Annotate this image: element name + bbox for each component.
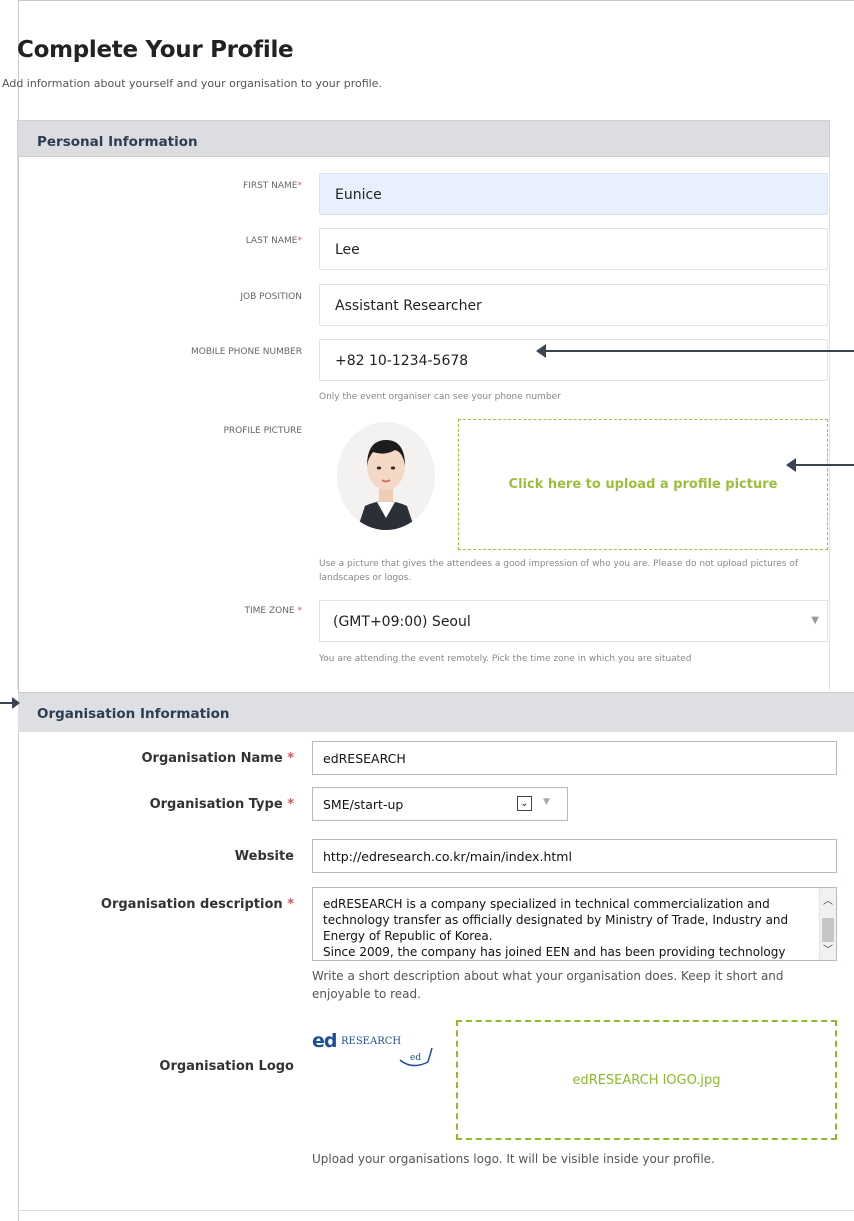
last-name-input[interactable]: Lee [319, 228, 828, 270]
job-position-label: JOB POSITION [240, 292, 302, 302]
logo-mark-icon: ed [399, 1047, 433, 1067]
time-zone-value: (GMT+09:00) Seoul [333, 614, 471, 630]
page-title: Complete Your Profile [17, 37, 294, 63]
required-mark: * [297, 606, 303, 616]
logo-ed-text: ed [312, 1030, 337, 1052]
dropdown-caret-icon: ▼ [543, 797, 550, 807]
org-type-select[interactable]: SME/start-up ⌄ ▼ [312, 787, 568, 821]
website-label: Website [234, 849, 294, 864]
org-name-input[interactable]: edRESEARCH [312, 741, 837, 775]
chevron-down-icon[interactable]: ⌄ [517, 796, 532, 811]
time-zone-label-text: TIME ZONE [244, 606, 295, 616]
annotation-arrow-icon [536, 344, 854, 358]
logo-file-name: edRESEARCH lOGO.jpg [572, 1072, 721, 1088]
scrollbar-thumb[interactable] [822, 918, 834, 942]
profile-avatar [337, 422, 435, 530]
org-name-label: Organisation Name * [141, 751, 294, 766]
org-type-label-text: Organisation Type [149, 797, 283, 812]
time-zone-select[interactable]: (GMT+09:00) Seoul ▼ [319, 600, 828, 642]
mobile-phone-label: MOBILE PHONE NUMBER [191, 347, 302, 357]
required-mark: * [297, 181, 303, 191]
org-description-textarea[interactable]: edRESEARCH is a company specialized in t… [312, 887, 837, 961]
org-type-label: Organisation Type * [150, 797, 294, 812]
job-position-input[interactable]: Assistant Researcher [319, 284, 828, 326]
scroll-down-icon[interactable]: ﹀ [823, 941, 833, 956]
first-name-label-text: FIRST NAME [243, 181, 298, 191]
org-logo-label: Organisation Logo [159, 1059, 294, 1074]
organisation-section-header: Organisation Information [18, 692, 854, 732]
first-name-input[interactable]: Eunice [319, 173, 828, 215]
mobile-phone-input[interactable]: +82 10-1234-5678 [319, 339, 828, 381]
logo-research-text: RESEARCH [341, 1036, 402, 1047]
profile-upload-text: Click here to upload a profile picture [508, 477, 778, 492]
required-mark: * [287, 751, 294, 766]
person-avatar-icon [337, 422, 435, 530]
annotation-arrow-icon [0, 697, 20, 709]
org-name-label-text: Organisation Name [141, 751, 283, 766]
org-description-help: Write a short description about what you… [312, 969, 784, 1001]
required-mark: * [287, 897, 294, 912]
textarea-scrollbar[interactable]: ︿ ﹀ [819, 888, 836, 960]
profile-picture-help: Use a picture that gives the attendees a… [319, 559, 799, 583]
org-logo-help: Upload your organisations logo. It will … [312, 1152, 715, 1166]
first-name-label: FIRST NAME* [243, 181, 302, 191]
required-mark: * [297, 236, 303, 246]
org-description-label-text: Organisation description [100, 897, 283, 912]
time-zone-help: You are attending the event remotely. Pi… [319, 654, 692, 664]
org-logo-preview: ed RESEARCH ed [312, 1030, 442, 1090]
mobile-phone-help: Only the event organiser can see your ph… [319, 392, 561, 402]
required-mark: * [287, 797, 294, 812]
time-zone-label: TIME ZONE * [244, 606, 302, 616]
dropdown-caret-icon: ▼ [811, 615, 819, 626]
personal-section-header: Personal Information [17, 120, 830, 157]
profile-picture-upload[interactable]: Click here to upload a profile picture [458, 419, 828, 550]
org-description-label: Organisation description * [101, 897, 294, 912]
profile-picture-label: PROFILE PICTURE [223, 426, 302, 436]
scroll-up-icon[interactable]: ︿ [823, 892, 833, 907]
personal-section-title: Personal Information [37, 134, 198, 150]
svg-text:ed: ed [410, 1053, 421, 1063]
org-logo-upload[interactable]: edRESEARCH lOGO.jpg [456, 1020, 837, 1140]
last-name-label: LAST NAME* [246, 236, 302, 246]
org-type-value: SME/start-up [323, 797, 404, 812]
annotation-arrow-icon [786, 458, 854, 472]
divider [18, 1210, 854, 1211]
last-name-label-text: LAST NAME [245, 236, 298, 246]
website-input[interactable]: http://edresearch.co.kr/main/index.html [312, 839, 837, 873]
org-description-text: edRESEARCH is a company specialized in t… [323, 897, 789, 959]
page-subtitle: Add information about yourself and your … [2, 77, 382, 90]
organisation-section-title: Organisation Information [37, 706, 230, 722]
